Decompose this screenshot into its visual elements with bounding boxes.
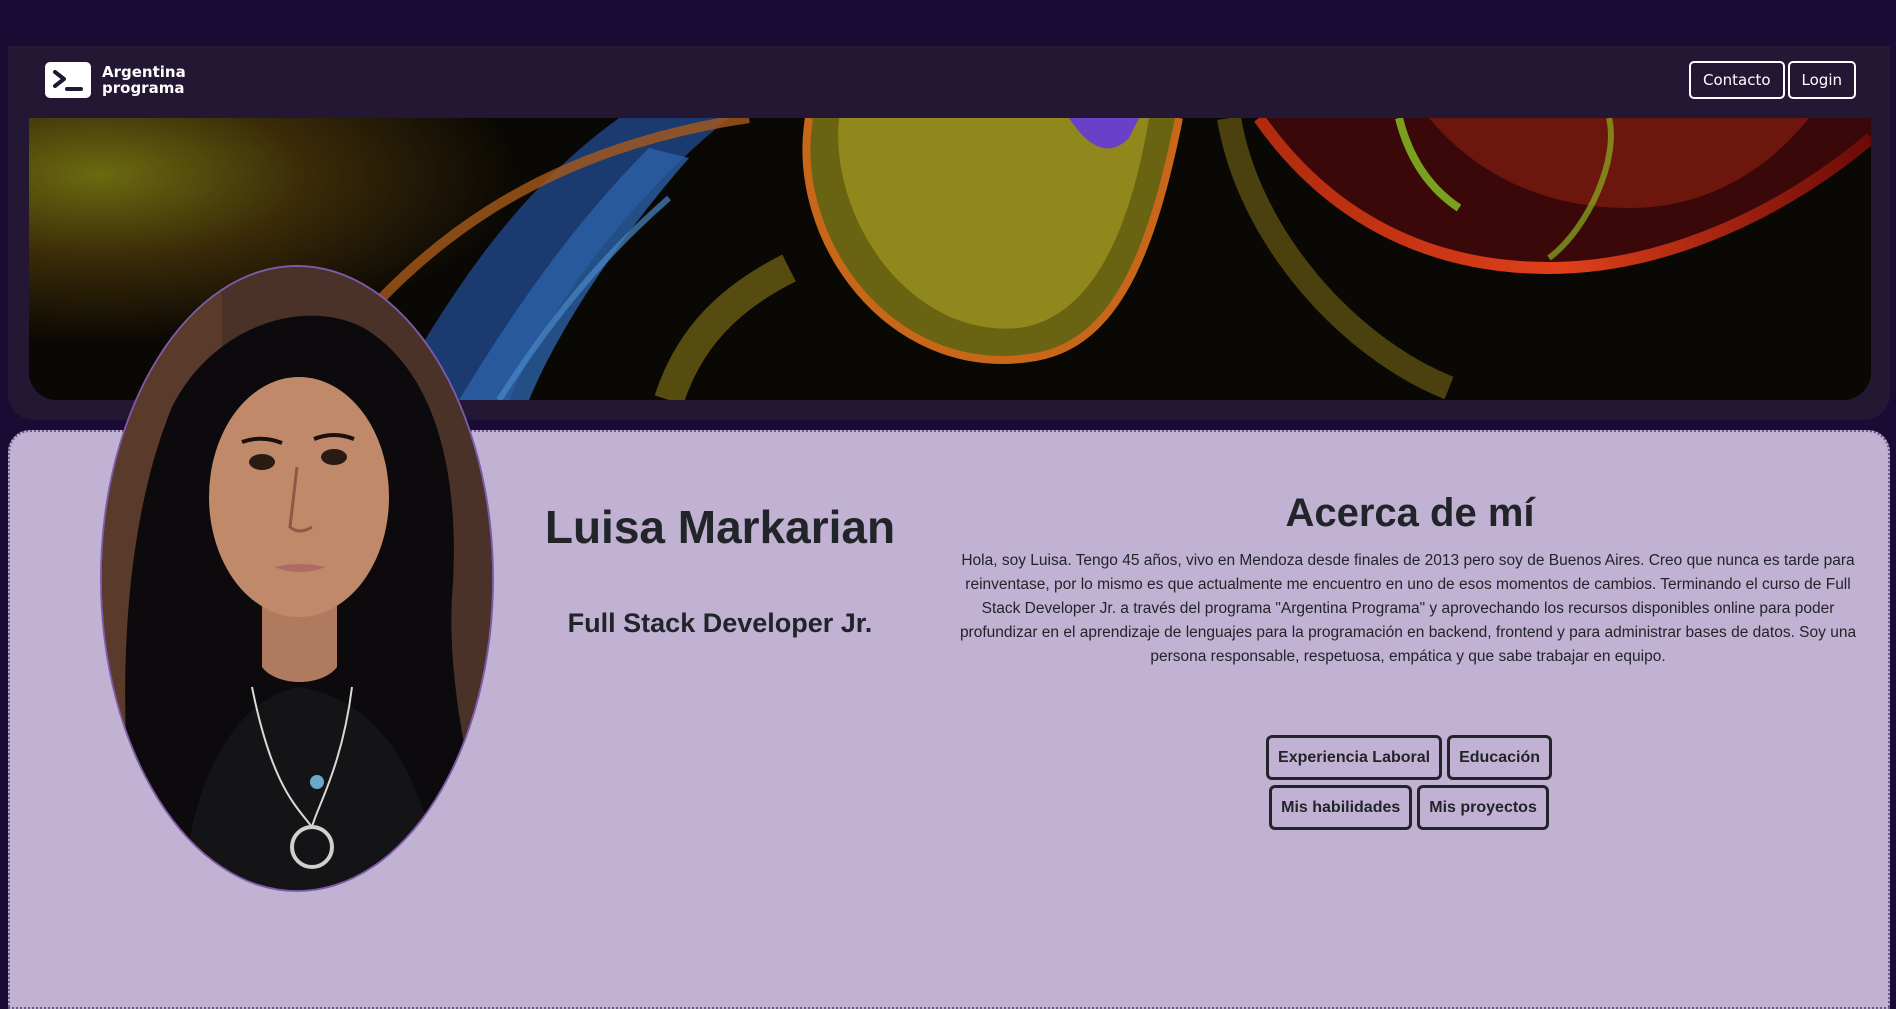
experience-button[interactable]: Experiencia Laboral <box>1266 735 1443 780</box>
section-buttons: Experiencia Laboral Educación Mis habili… <box>1225 735 1593 830</box>
about-text: Hola, soy Luisa. Tengo 45 años, vivo en … <box>959 552 1857 665</box>
navbar: Argentina programa Contacto Login <box>8 46 1890 118</box>
profile-name: Luisa Markarian <box>544 501 896 553</box>
projects-button[interactable]: Mis proyectos <box>1417 785 1549 830</box>
page: Argentina programa Contacto Login Luisa … <box>0 0 1896 1009</box>
education-button[interactable]: Educación <box>1447 735 1552 780</box>
logo-text: Argentina programa <box>102 64 186 96</box>
skills-button[interactable]: Mis habilidades <box>1269 785 1413 830</box>
nav-buttons: Contacto Login <box>1688 61 1856 99</box>
contact-button[interactable]: Contacto <box>1688 61 1785 99</box>
terminal-icon <box>45 62 91 98</box>
profile-photo <box>100 265 494 892</box>
about-title: Acerca de mí <box>1285 491 1535 535</box>
login-button[interactable]: Login <box>1787 61 1856 99</box>
logo[interactable]: Argentina programa <box>45 62 186 98</box>
profile-role: Full Stack Developer Jr. <box>567 608 873 638</box>
logo-line-2: programa <box>102 79 185 97</box>
